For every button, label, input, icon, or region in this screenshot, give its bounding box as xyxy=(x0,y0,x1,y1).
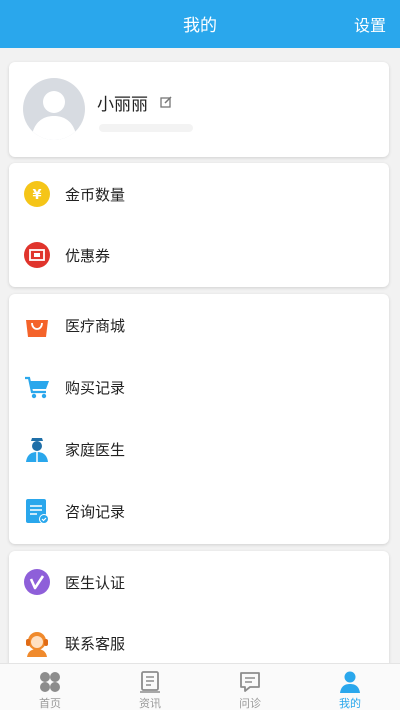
menu-item-gold-coins[interactable]: ¥ 金币数量 xyxy=(9,165,389,225)
menu-item-label: 购买记录 xyxy=(65,379,126,397)
menu-item-label: 金币数量 xyxy=(65,186,126,204)
news-icon xyxy=(138,670,162,694)
tab-label: 我的 xyxy=(339,697,361,710)
support-card: 医生认证 联系客服 xyxy=(9,551,389,676)
menu-item-coupons[interactable]: 优惠券 xyxy=(9,226,389,286)
menu-item-doctor-verification[interactable]: 医生认证 xyxy=(9,553,389,613)
shopping-cart-icon xyxy=(23,373,51,401)
services-card: 医疗商城 购买记录 家庭医生 咨询记录 xyxy=(9,294,389,544)
page-title: 我的 xyxy=(183,16,217,36)
menu-item-label: 咨询记录 xyxy=(65,503,126,521)
default-avatar-icon xyxy=(31,91,77,140)
profile-subtitle-placeholder xyxy=(99,124,193,132)
coupon-icon xyxy=(23,241,51,269)
username: 小丽丽 xyxy=(97,95,148,115)
tab-consult[interactable]: 问诊 xyxy=(200,664,300,710)
wallet-card: ¥ 金币数量 优惠券 xyxy=(9,163,389,287)
customer-service-icon xyxy=(23,629,51,657)
menu-item-label: 医生认证 xyxy=(65,574,126,592)
tab-mine[interactable]: 我的 xyxy=(300,664,400,710)
avatar[interactable] xyxy=(23,78,85,140)
consult-icon xyxy=(238,670,262,694)
bottom-tab-bar: 首页 资讯 问诊 我的 xyxy=(0,663,400,710)
profile-icon xyxy=(338,670,362,694)
menu-item-medical-mall[interactable]: 医疗商城 xyxy=(9,296,389,356)
home-grid-icon xyxy=(38,670,62,694)
tab-home[interactable]: 首页 xyxy=(0,664,100,710)
app-header: 我的 设置 xyxy=(0,0,400,48)
tab-label: 资讯 xyxy=(139,697,161,710)
svg-text:¥: ¥ xyxy=(32,188,41,203)
settings-button[interactable]: 设置 xyxy=(354,0,386,48)
menu-item-family-doctor[interactable]: 家庭医生 xyxy=(9,420,389,480)
vimeo-v-icon xyxy=(23,568,51,596)
menu-item-label: 优惠券 xyxy=(65,247,111,265)
gold-coin-icon: ¥ xyxy=(23,180,51,208)
tab-news[interactable]: 资讯 xyxy=(100,664,200,710)
profile-card[interactable]: 小丽丽 xyxy=(9,62,389,157)
edit-icon[interactable] xyxy=(160,93,172,112)
menu-item-consultation-records[interactable]: 咨询记录 xyxy=(9,482,389,542)
tab-label: 问诊 xyxy=(239,697,261,710)
menu-item-label: 家庭医生 xyxy=(65,441,126,459)
consult-record-icon xyxy=(23,497,51,525)
shopping-bag-icon xyxy=(23,311,51,339)
doctor-icon xyxy=(23,435,51,463)
menu-item-purchase-history[interactable]: 购买记录 xyxy=(9,358,389,418)
menu-item-label: 医疗商城 xyxy=(65,317,126,335)
tab-label: 首页 xyxy=(39,697,61,710)
